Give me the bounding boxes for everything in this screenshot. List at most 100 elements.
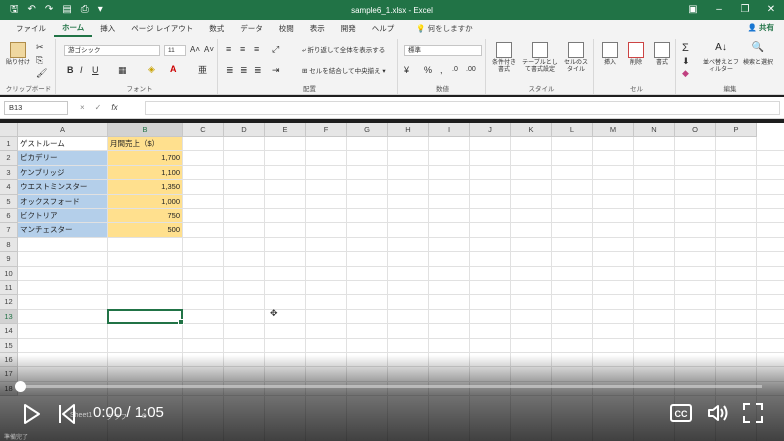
formula-input[interactable] — [145, 101, 780, 115]
cell-room-name[interactable]: ビクトリア — [18, 209, 107, 223]
share-button[interactable]: 👤 共有 — [748, 22, 774, 33]
format-as-table-button[interactable]: テーブルとして書式設定 — [520, 39, 560, 74]
play-icon[interactable] — [22, 403, 42, 425]
borders-icon[interactable]: ▦ — [118, 66, 127, 75]
align-left-icon[interactable]: ≣ — [226, 66, 234, 75]
delete-cells-button[interactable]: 削除 — [624, 39, 648, 67]
close-icon[interactable]: ✕ — [758, 0, 784, 20]
select-all-corner[interactable] — [0, 123, 18, 137]
tell-me-box[interactable]: 💡 何をしますか — [402, 23, 472, 34]
skip-back-icon[interactable] — [57, 403, 77, 425]
row-header-13[interactable]: 13 — [0, 309, 18, 325]
row-header-15[interactable]: 15 — [0, 338, 18, 353]
row-header-14[interactable]: 14 — [0, 324, 18, 339]
column-header-p[interactable]: P — [716, 123, 757, 137]
bold-icon[interactable]: B — [67, 66, 74, 75]
row-header-10[interactable]: 10 — [0, 266, 18, 281]
row-header-3[interactable]: 3 — [0, 165, 18, 181]
font-color-icon[interactable]: A — [170, 65, 177, 74]
underline-icon[interactable]: U — [92, 66, 99, 75]
tab-formulas[interactable]: 数式 — [201, 20, 232, 37]
currency-icon[interactable]: ¥ — [404, 66, 409, 75]
column-header-g[interactable]: G — [347, 123, 388, 137]
column-header-l[interactable]: L — [552, 123, 593, 137]
volume-icon[interactable] — [707, 403, 731, 423]
conditional-formatting-button[interactable]: 条件付き書式 — [490, 39, 518, 74]
fill-icon[interactable]: ⬇ — [682, 57, 690, 66]
open-icon[interactable]: ▤ — [62, 5, 71, 15]
tab-developer[interactable]: 開発 — [333, 20, 364, 37]
increase-decimal-icon[interactable]: .0 — [452, 66, 458, 73]
align-middle-icon[interactable]: ≡ — [240, 45, 245, 54]
clear-icon[interactable]: ◆ — [682, 69, 689, 78]
captions-icon[interactable]: CC — [670, 404, 692, 422]
sort-filter-button[interactable]: A↓ 並べ替えとフィルター — [702, 39, 740, 74]
tab-page-layout[interactable]: ページ レイアウト — [123, 20, 201, 37]
insert-cells-button[interactable]: 挿入 — [598, 39, 622, 67]
phonetic-icon[interactable]: 亜 — [198, 66, 207, 75]
column-header-j[interactable]: J — [470, 123, 511, 137]
align-right-icon[interactable]: ≣ — [254, 66, 262, 75]
cell-styles-button[interactable]: セルのスタイル — [562, 39, 590, 74]
column-header-b[interactable]: B — [108, 123, 183, 137]
indent-icon[interactable]: ⇥ — [272, 66, 280, 75]
column-header-m[interactable]: M — [593, 123, 634, 137]
tab-insert[interactable]: 挿入 — [92, 20, 123, 37]
minimize-icon[interactable]: – — [706, 0, 732, 20]
column-header-d[interactable]: D — [224, 123, 265, 137]
tab-view[interactable]: 表示 — [302, 20, 333, 37]
font-size-select[interactable]: 11 — [164, 45, 186, 56]
font-name-select[interactable]: 游ゴシック — [64, 45, 160, 56]
column-header-o[interactable]: O — [675, 123, 716, 137]
fullscreen-icon[interactable] — [743, 403, 763, 423]
align-center-icon[interactable]: ≣ — [240, 66, 248, 75]
shrink-font-icon[interactable]: A˅ — [204, 46, 214, 54]
cell-room-name[interactable]: マンチェスター — [18, 223, 107, 237]
wrap-text-button[interactable]: ⤶ 折り返して全体を表示する — [302, 47, 385, 54]
column-header-c[interactable]: C — [183, 123, 224, 137]
row-header-5[interactable]: 5 — [0, 194, 18, 209]
row-header-6[interactable]: 6 — [0, 209, 18, 224]
header-cell-guest-room[interactable]: ゲストルーム — [18, 137, 107, 151]
italic-icon[interactable]: I — [80, 66, 83, 75]
cell-room-name[interactable]: ウエストミンスター — [18, 180, 107, 194]
cell-room-name[interactable]: ケンブリッジ — [18, 166, 107, 180]
row-header-7[interactable]: 7 — [0, 223, 18, 238]
enter-icon[interactable]: ✓ — [95, 101, 102, 115]
ribbon-display-icon[interactable]: ▣ — [680, 0, 706, 20]
tab-review[interactable]: 校閲 — [271, 20, 302, 37]
copy-icon[interactable]: ⎘ — [36, 56, 43, 65]
column-header-e[interactable]: E — [265, 123, 306, 137]
active-cell[interactable] — [107, 308, 184, 326]
row-header-9[interactable]: 9 — [0, 252, 18, 267]
number-format-select[interactable]: 標準 — [404, 45, 482, 56]
seek-bar[interactable] — [15, 381, 762, 392]
tab-file[interactable]: ファイル — [8, 20, 54, 37]
percent-icon[interactable]: % — [424, 66, 432, 75]
redo-icon[interactable]: ↷ — [45, 5, 53, 15]
paste-button[interactable]: 貼り付け — [4, 39, 32, 67]
cell-sales-value[interactable]: 500 — [108, 223, 182, 237]
cut-icon[interactable]: ✂ — [36, 43, 44, 52]
format-painter-icon[interactable]: 🖌 — [36, 69, 47, 78]
tab-help[interactable]: ヘルプ — [364, 20, 403, 37]
format-cells-button[interactable]: 書式 — [650, 39, 674, 67]
orientation-icon[interactable]: ⤢ — [272, 45, 279, 54]
autosum-icon[interactable]: Σ — [682, 43, 689, 54]
column-header-k[interactable]: K — [511, 123, 552, 137]
decrease-decimal-icon[interactable]: .00 — [466, 66, 476, 73]
tab-home[interactable]: ホーム — [54, 20, 93, 37]
column-header-n[interactable]: N — [634, 123, 675, 137]
row-header-1[interactable]: 1 — [0, 137, 18, 152]
cell-room-name[interactable]: ピカデリー — [18, 151, 107, 165]
grow-font-icon[interactable]: A˄ — [190, 46, 200, 54]
row-header-8[interactable]: 8 — [0, 237, 18, 253]
align-top-icon[interactable]: ≡ — [226, 45, 231, 54]
maximize-icon[interactable]: ❐ — [732, 0, 758, 20]
print-icon[interactable]: ⎙ — [81, 5, 89, 15]
cell-sales-value[interactable]: 1,350 — [108, 180, 182, 194]
cell-room-name[interactable]: オックスフォード — [18, 195, 107, 209]
cell-sales-value[interactable]: 1,000 — [108, 195, 182, 209]
header-cell-monthly-sales[interactable]: 月間売上（$） — [108, 137, 182, 151]
tab-data[interactable]: データ — [232, 20, 271, 37]
